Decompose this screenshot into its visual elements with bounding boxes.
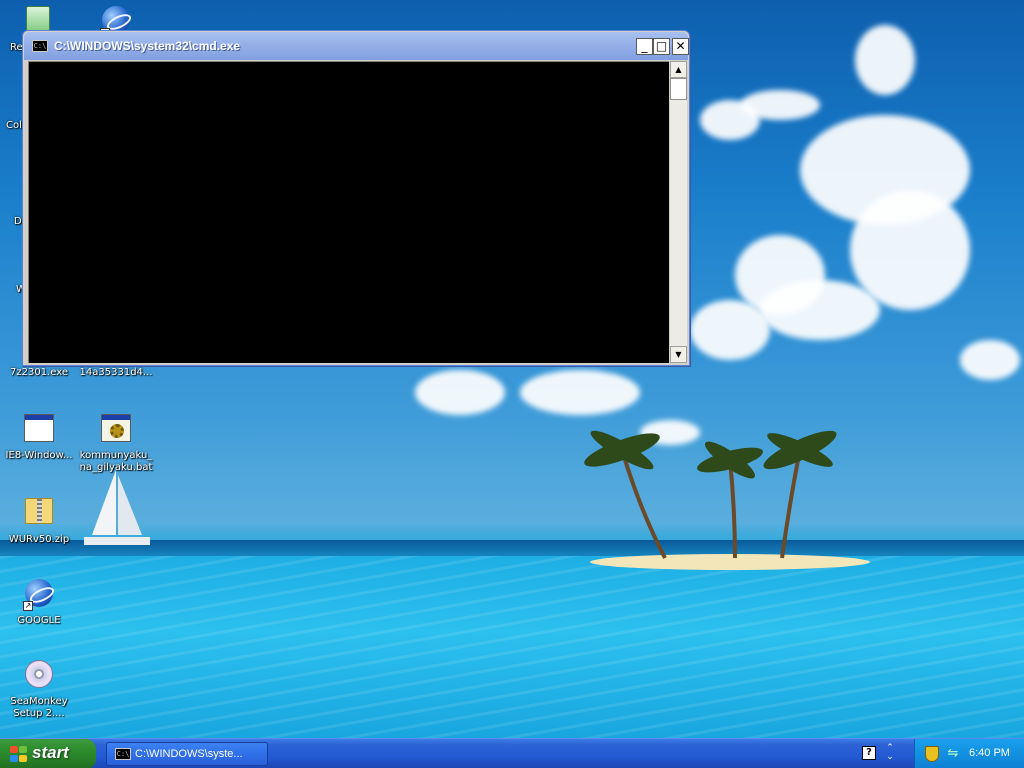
desktop-icon-label: IE8-Window... [5, 450, 73, 461]
desktop-icon-label: 14a35331d4... [79, 367, 153, 378]
scrollbar-thumb[interactable] [670, 78, 687, 100]
cmd-system-menu-icon[interactable]: C:\ [32, 40, 48, 52]
desktop-icon-label: 7z2301.exe [10, 367, 68, 378]
desktop-icon-google[interactable]: ↗ GOOGLE [1, 577, 77, 627]
start-button-label: start [32, 743, 69, 762]
desktop-icon-ie8-windows[interactable]: IE8-Window... [1, 412, 77, 462]
window-body: ▲ ▼ [27, 61, 687, 363]
desktop-icon-14a35331d4[interactable]: 14a35331d4... [78, 367, 154, 379]
desktop-icon-label: WURv50.zip [8, 534, 70, 545]
desktop-icon-label: SeaMonkey Setup 2.... [10, 696, 68, 719]
desktop-icon-label: kommunyaku_na_gilyaku.bat [79, 450, 153, 473]
maximize-button[interactable]: □ [653, 38, 670, 55]
vertical-scrollbar[interactable]: ▲ ▼ [670, 61, 687, 363]
island-illustration [584, 430, 870, 570]
system-tray: ⇋ 6:40 PM [914, 739, 1024, 768]
cmd-icon: C:\ [115, 748, 131, 760]
window-title: C:\WINDOWS\system32\cmd.exe [54, 39, 241, 53]
close-button[interactable]: ✕ [672, 38, 689, 55]
cd-installer-icon [23, 660, 55, 692]
taskbar-button-cmd[interactable]: C:\ C:\WINDOWS\syste... [106, 742, 268, 766]
taskbar: start C:\ C:\WINDOWS\syste... ? ⌃ ⌄ ⇋ 6:4… [0, 738, 1024, 768]
network-connection-icon[interactable]: ⇋ [945, 746, 961, 762]
desktop-icon-label: GOOGLE [17, 615, 61, 626]
scroll-up-arrow-icon[interactable]: ▲ [670, 61, 687, 78]
desktop-icon-7z2301[interactable]: 7z2301.exe [1, 367, 77, 379]
minimize-button[interactable]: _ [636, 38, 653, 55]
show-hidden-icons-chevron-icon[interactable]: ⌃ ⌄ [884, 744, 896, 762]
security-shield-icon[interactable] [925, 746, 939, 762]
window-titlebar[interactable]: C:\ C:\WINDOWS\system32\cmd.exe _ □ ✕ [24, 32, 689, 60]
taskbar-button-label: C:\WINDOWS\syste... [135, 748, 243, 760]
desktop-icon-kommunyaku-bat[interactable]: kommunyaku_na_gilyaku.bat [78, 412, 154, 474]
batch-file-icon [100, 414, 132, 446]
console-output-area[interactable] [28, 61, 669, 363]
desktop-icon-wurv50-zip[interactable]: WURv50.zip [1, 494, 77, 546]
application-icon [23, 414, 55, 446]
clock[interactable]: 6:40 PM [969, 747, 1010, 759]
help-icon[interactable]: ? [862, 746, 876, 760]
sailboat-illustration [84, 470, 150, 545]
start-button[interactable]: start [0, 739, 96, 768]
scroll-down-arrow-icon[interactable]: ▼ [670, 346, 687, 363]
zip-file-icon [23, 498, 55, 530]
cmd-window[interactable]: C:\ C:\WINDOWS\system32\cmd.exe _ □ ✕ ▲ … [22, 30, 690, 366]
desktop-icon-seamonkey-setup[interactable]: SeaMonkey Setup 2.... [1, 658, 77, 720]
internet-shortcut-icon: ↗ [23, 579, 55, 611]
windows-logo-icon [10, 746, 28, 763]
